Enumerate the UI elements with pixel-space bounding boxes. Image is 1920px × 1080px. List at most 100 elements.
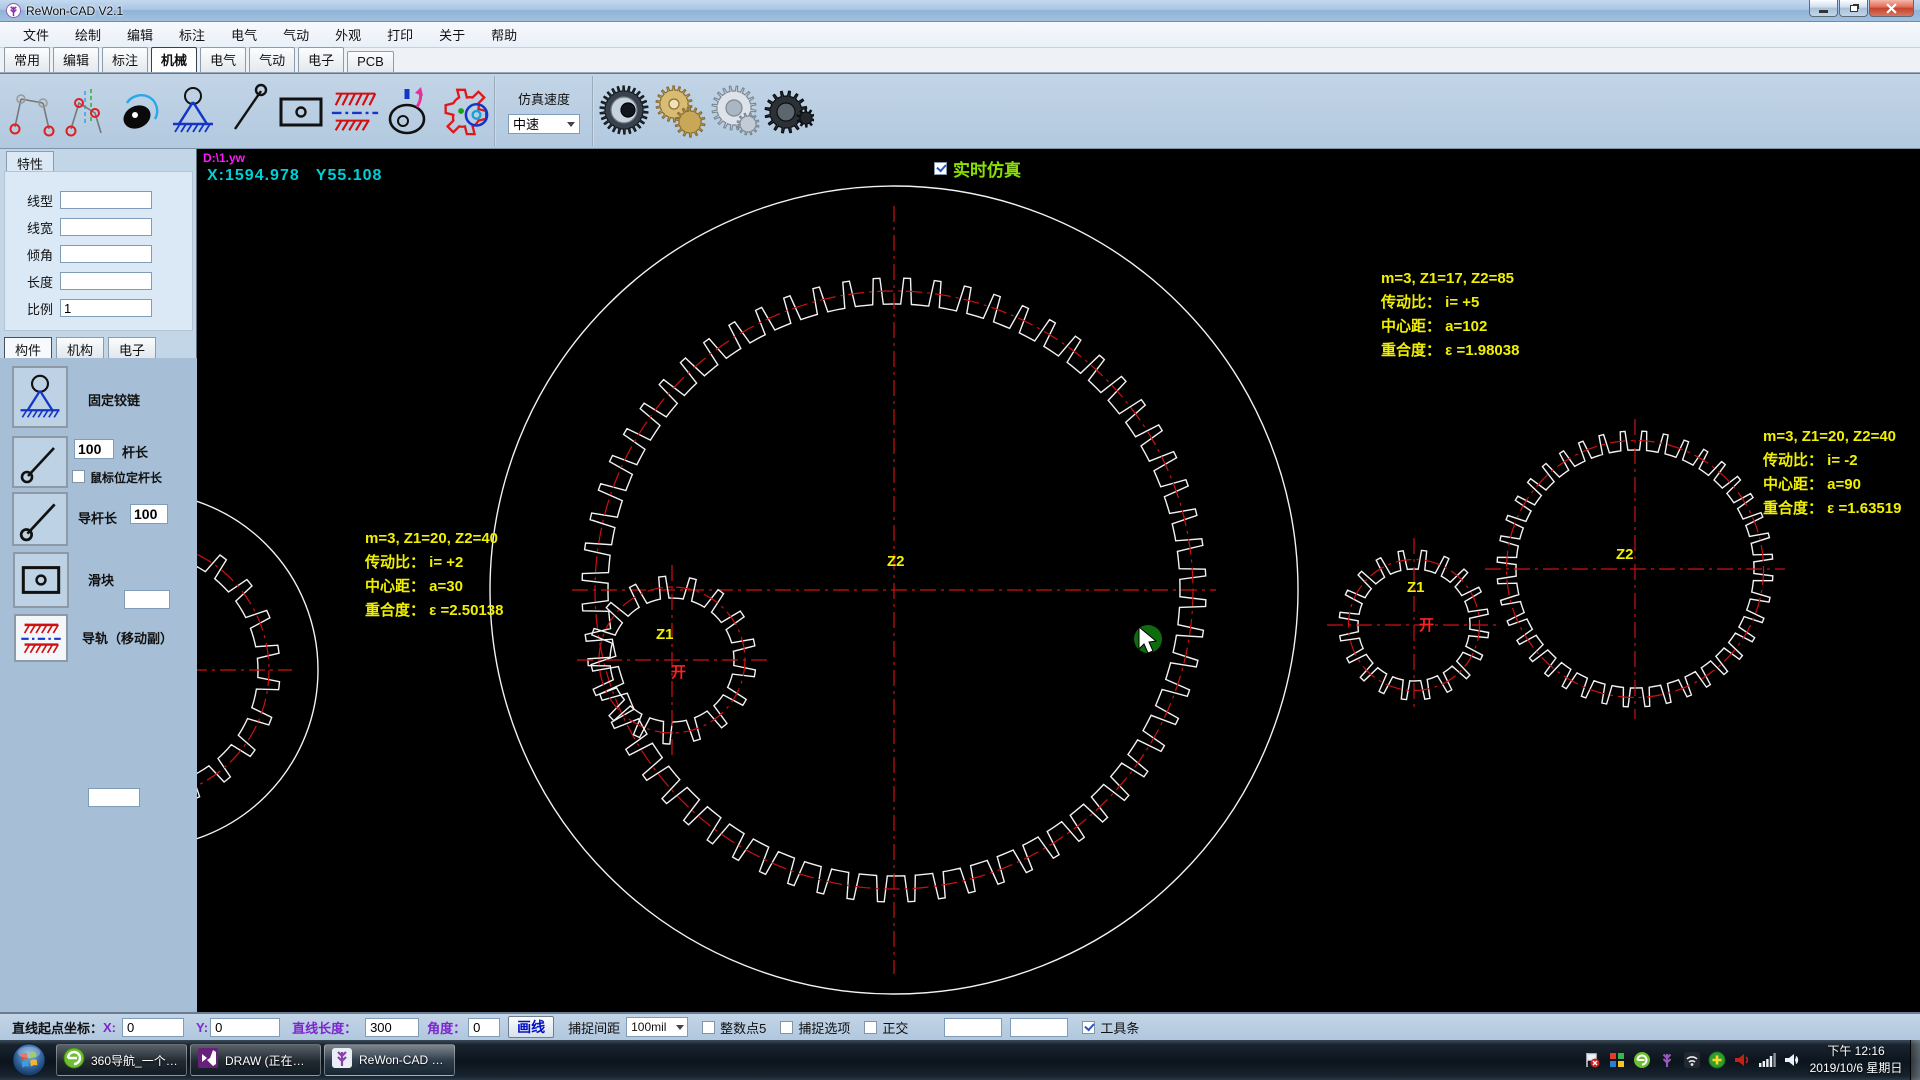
sim-speed-dropdown[interactable]: 中速	[508, 113, 580, 134]
rotary-drive-icon[interactable]	[382, 77, 436, 145]
angle-label: 角度：	[427, 1020, 467, 1036]
gear-annotation-0: m=3, Z1=20, Z2=40 传动比： i= +2 中心距： a=30 重…	[365, 530, 504, 619]
line-length-field[interactable]	[365, 1017, 420, 1037]
linewidth-field[interactable]	[60, 218, 152, 236]
toolbar-separator	[592, 76, 594, 146]
signal-bars-icon[interactable]	[1757, 1050, 1777, 1070]
menu-item-帮助[interactable]: 帮助	[478, 22, 530, 47]
extra-field-2[interactable]	[1010, 1017, 1069, 1037]
sidebar: 特性 线型 线宽 倾角 长度 比例 构件机构电子 固定铰链	[0, 149, 197, 1012]
app-grid-icon[interactable]	[1607, 1050, 1627, 1070]
realtime-sim-checkbox[interactable]	[934, 162, 947, 175]
taskbar-button-rewon-cad-icon[interactable]: ReWon-CAD V2.1	[324, 1044, 455, 1076]
slider-component[interactable]	[13, 552, 69, 608]
rail-component[interactable]	[14, 614, 68, 662]
snap-spacing-label: 捕捉间距	[568, 1020, 621, 1036]
clock[interactable]: 下午 12:16 2019/10/6 星期日	[1806, 1043, 1906, 1077]
y-coordinate-field[interactable]	[210, 1017, 281, 1037]
extra-value-field[interactable]	[88, 788, 140, 807]
clock-date: 2019/10/6 星期日	[1809, 1061, 1903, 1075]
taskbar-button-label: 360导航_一个主...	[91, 1053, 180, 1068]
scale-field[interactable]	[60, 299, 152, 317]
red-speaker-icon[interactable]	[1732, 1050, 1752, 1070]
rod-length-field[interactable]	[74, 439, 114, 459]
toolbar-visible-label: 工具条	[1100, 1020, 1140, 1036]
gear-gold-pair-icon[interactable]	[652, 77, 706, 145]
gear-steel-icon[interactable]	[598, 77, 652, 145]
wifi-tray-icon[interactable]	[1682, 1050, 1702, 1070]
mouse-rod-checkbox[interactable]	[72, 470, 85, 483]
menu-item-打印[interactable]: 打印	[374, 22, 426, 47]
menu-item-编辑[interactable]: 编辑	[114, 22, 166, 47]
integer-points-label: 整数点5	[720, 1020, 767, 1036]
show-desktop-button[interactable]	[1910, 1040, 1920, 1080]
taskbar-button-label: ReWon-CAD V2.1	[359, 1053, 448, 1067]
ribbon-tab-气动[interactable]: 气动	[249, 47, 296, 72]
taskbar-button-360-browser-icon[interactable]: 360导航_一个主...	[56, 1044, 187, 1076]
snap-options-label: 捕捉选项	[798, 1020, 851, 1036]
ortho-checkbox[interactable]	[864, 1020, 878, 1034]
ribbon-tab-PCB[interactable]: PCB	[347, 51, 394, 72]
guide-rail-icon[interactable]	[328, 77, 382, 145]
crank-rocker-icon[interactable]	[58, 77, 112, 145]
incline-field[interactable]	[60, 245, 152, 263]
menu-item-外观[interactable]: 外观	[322, 22, 374, 47]
start-button[interactable]	[10, 1041, 48, 1079]
ribbon-tab-电子[interactable]: 电子	[298, 47, 345, 72]
gear-label-Z1-1: Z1	[656, 626, 674, 643]
draw-line-button[interactable]: 画线	[508, 1016, 555, 1038]
chain-sprocket-icon[interactable]	[760, 77, 814, 145]
sim-speed-label: 仿真速度	[517, 91, 570, 107]
taskbar-button-visual-studio-icon[interactable]: DRAW (正在运行...	[190, 1044, 321, 1076]
menu-item-电气[interactable]: 电气	[218, 22, 270, 47]
snap-spacing-dropdown[interactable]: 100mil	[626, 1017, 689, 1037]
menu-item-气动[interactable]: 气动	[270, 22, 322, 47]
fixed-hinge-icon[interactable]	[166, 77, 220, 145]
volume-icon[interactable]	[1782, 1050, 1802, 1070]
ribbon-tab-机械[interactable]: 机械	[151, 47, 198, 72]
visual-studio-icon	[197, 1047, 219, 1074]
menu-item-关于[interactable]: 关于	[426, 22, 478, 47]
angle-field[interactable]	[468, 1017, 501, 1037]
rod-icon[interactable]	[220, 77, 274, 145]
system-tray	[1577, 1040, 1802, 1080]
length-field[interactable]	[60, 272, 152, 290]
menu-item-文件[interactable]: 文件	[10, 22, 62, 47]
minimize-button[interactable]	[1809, 0, 1838, 17]
menu-item-标注[interactable]: 标注	[166, 22, 218, 47]
toolbar-visible-checkbox[interactable]	[1082, 1020, 1096, 1034]
ribbon-tab-标注[interactable]: 标注	[102, 47, 149, 72]
slider-value-field[interactable]	[124, 590, 170, 609]
properties-panel: 线型 线宽 倾角 长度 比例	[4, 171, 193, 331]
gear-shape	[796, 108, 814, 128]
snap-options-checkbox[interactable]	[780, 1020, 794, 1034]
drawing-canvas[interactable]: D:\1.yw X:1594.978 Y55.108 实时仿真 Z2 Z1 开 Z1 开…	[197, 149, 1920, 1012]
ribbon-tab-电气[interactable]: 电气	[200, 47, 247, 72]
action-center-flag-icon[interactable]	[1582, 1050, 1602, 1070]
restore-button[interactable]	[1839, 0, 1868, 17]
extra-field-1[interactable]	[944, 1017, 1003, 1037]
menu-item-绘制[interactable]: 绘制	[62, 22, 114, 47]
geneva-mechanism-icon[interactable]	[436, 77, 490, 145]
ribbon-tab-编辑[interactable]: 编辑	[53, 47, 100, 72]
fixed-hinge-component[interactable]	[12, 366, 68, 428]
line-length-label: 直线长度：	[292, 1020, 358, 1036]
360-tray-icon[interactable]	[1632, 1050, 1652, 1070]
rod-component[interactable]	[12, 436, 68, 488]
guide-rod-field[interactable]	[130, 504, 168, 524]
gear-silver-pair-icon[interactable]	[706, 77, 760, 145]
gear-label-Z1-3: Z1	[1407, 579, 1425, 596]
rewon-tray-icon[interactable]	[1657, 1050, 1677, 1070]
x-coordinate-field[interactable]	[122, 1017, 185, 1037]
ribbon-tab-常用[interactable]: 常用	[4, 47, 51, 72]
guide-rod-component[interactable]	[12, 492, 68, 546]
cam-follower-icon[interactable]	[112, 77, 166, 145]
close-button[interactable]	[1869, 0, 1914, 17]
safety-plus-icon[interactable]	[1707, 1050, 1727, 1070]
slider-icon[interactable]	[274, 77, 328, 145]
four-bar-linkage-icon[interactable]	[4, 77, 58, 145]
integer-points-checkbox[interactable]	[702, 1020, 716, 1034]
gear-label-开-4: 开	[1419, 617, 1435, 634]
linetype-field[interactable]	[60, 191, 152, 209]
rewon-cad-window: ReWon-CAD V2.1 文件 绘制 编辑 标注 电气 气动 外观 打印 关于 帮助 常用 编辑…	[0, 0, 1920, 1080]
